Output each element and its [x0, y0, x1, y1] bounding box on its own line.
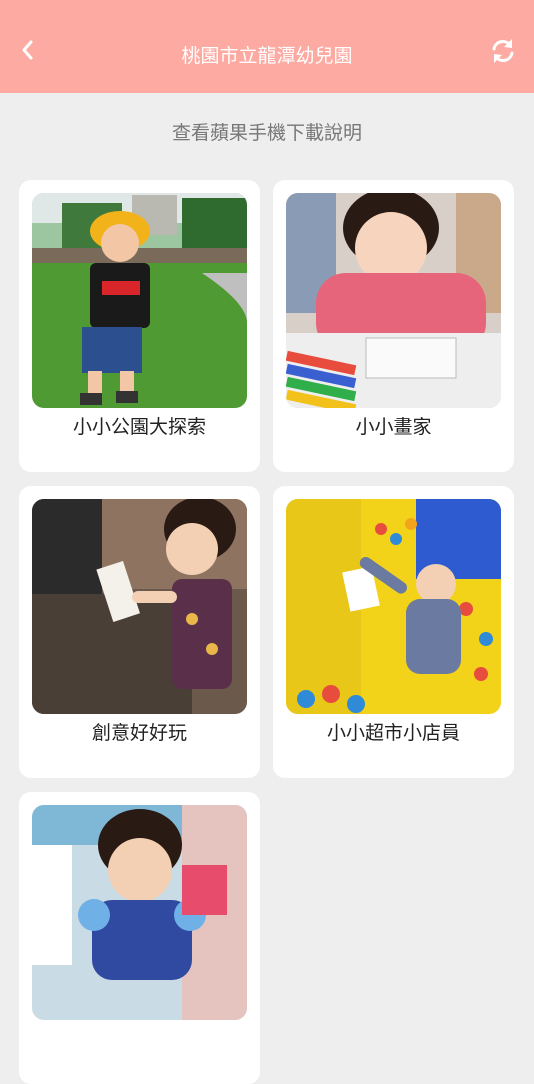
refresh-icon — [492, 39, 514, 63]
album-card-park[interactable]: 小小公園大探索 — [19, 180, 260, 472]
child-crafting-photo — [32, 499, 247, 714]
album-card-painter[interactable]: 小小畫家 — [273, 180, 514, 472]
album-card-5[interactable] — [19, 792, 260, 1084]
child-in-park-photo — [32, 193, 247, 408]
child-playing-photo — [32, 805, 247, 1020]
child-drawing-photo — [286, 193, 501, 408]
iphone-download-instructions-link[interactable]: 查看蘋果手機下載說明 — [0, 119, 534, 147]
album-title: 創意好好玩 — [91, 722, 187, 744]
album-title: 小小公園大探索 — [72, 416, 206, 438]
album-title: 小小超市小店員 — [326, 722, 460, 744]
album-card-creative[interactable]: 創意好好玩 — [19, 486, 260, 778]
app-header: 桃園市立龍潭幼兒園 — [0, 0, 534, 93]
album-card-supermarket[interactable]: 小小超市小店員 — [273, 486, 514, 778]
album-title: 小小畫家 — [355, 416, 432, 438]
baby-in-ball-pit-photo — [286, 499, 501, 714]
refresh-button[interactable] — [488, 36, 518, 66]
page-title: 桃園市立龍潭幼兒園 — [181, 45, 353, 67]
